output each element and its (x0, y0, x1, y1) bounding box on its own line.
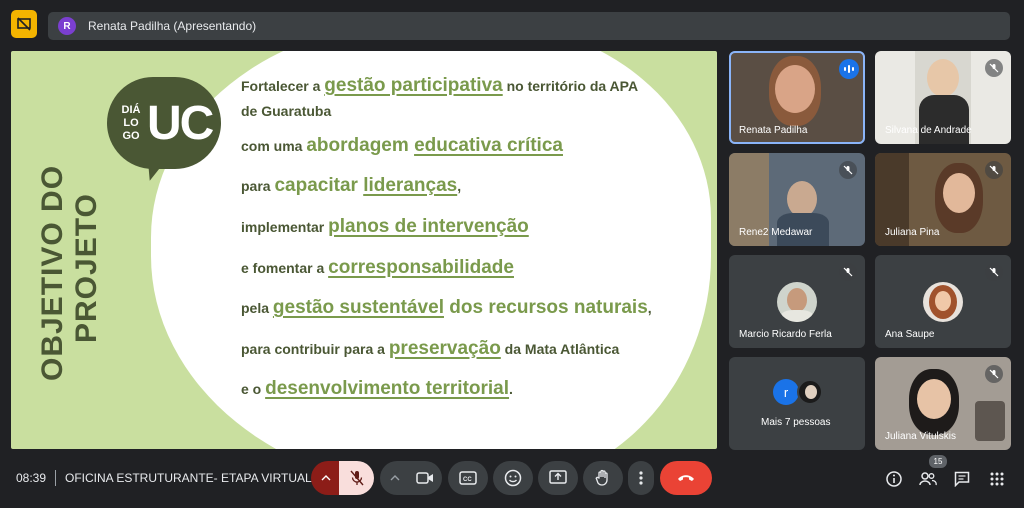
microphone-toggle-button[interactable] (339, 461, 374, 495)
participant-face (775, 65, 815, 113)
participant-name: Marcio Ricardo Ferla (739, 329, 832, 340)
slide-vertical-title: OBJETIVO DO PROJETO (36, 141, 104, 381)
people-button[interactable] (918, 469, 938, 489)
more-people-label: Mais 7 pessoas (761, 417, 831, 428)
participant-tile-juliana-pina[interactable]: Juliana Pina (875, 153, 1011, 246)
participant-tile-ana[interactable]: Ana Saupe (875, 255, 1011, 348)
speaking-indicator-icon (839, 59, 859, 79)
people-count-badge: 15 (929, 455, 947, 468)
slide-line-4: para capacitar lideranças, (241, 175, 462, 196)
raise-hand-button[interactable] (583, 461, 623, 495)
footer-separator (55, 470, 56, 486)
logo-text-uc: UC (147, 96, 214, 150)
activities-button[interactable] (987, 469, 1007, 489)
closed-captions-icon: CC (459, 471, 477, 485)
chevron-up-icon (390, 475, 400, 481)
meeting-details-button[interactable] (884, 469, 904, 489)
present-icon (549, 470, 567, 484)
presenting-label: Renata Padilha (Apresentando) (88, 19, 257, 33)
dialogo-uc-logo: DIÁ LO GO UC (107, 77, 221, 169)
chat-icon (954, 471, 970, 487)
slide-line-5: implementar planos de intervenção (241, 216, 529, 237)
raise-hand-icon (595, 469, 608, 486)
reactions-button[interactable] (493, 461, 533, 495)
slide-line-1: Fortalecer a gestão participativa no ter… (241, 75, 639, 96)
participant-tile-juliana-vitulskis[interactable]: Juliana Vitulskis (875, 357, 1011, 450)
mic-off-icon (839, 161, 857, 179)
mic-off-icon (985, 161, 1003, 179)
mic-off-icon (985, 365, 1003, 383)
more-participants-tile[interactable]: r Mais 7 pessoas (729, 357, 865, 450)
chat-button[interactable] (952, 469, 972, 489)
slide-line-7: pela gestão sustentável dos recursos nat… (241, 297, 652, 318)
meet-window: { "header": { "presenter_initial": "R", … (0, 0, 1024, 508)
mic-off-icon (985, 59, 1003, 77)
logo-text-3: GO (122, 129, 140, 142)
logo-text-1: DIÁ (121, 103, 141, 116)
participant-tile-rene[interactable]: Rene2 Medawar (729, 153, 865, 246)
info-icon (886, 471, 902, 487)
more-options-button[interactable] (628, 461, 654, 495)
participant-name: Rene2 Medawar (739, 227, 813, 238)
slide-line-3: com uma abordagem educativa crítica (241, 135, 563, 156)
participant-name: Juliana Vitulskis (885, 431, 956, 442)
slide-line-6: e fomentar a corresponsabilidade (241, 257, 514, 278)
vertical-title-line-1: OBJETIVO DO (36, 164, 69, 381)
emoji-icon (504, 469, 522, 487)
svg-text:CC: CC (463, 477, 472, 483)
participant-tile-silvana[interactable]: Silvana de Andrade (875, 51, 1011, 144)
apps-grid-icon (990, 472, 1004, 486)
people-icon (919, 472, 937, 486)
mic-off-icon (839, 263, 857, 281)
meeting-clock: 08:39 (16, 471, 47, 485)
leave-call-button[interactable] (660, 461, 712, 495)
slide-line-2: de Guaratuba (241, 103, 332, 119)
participant-avatar (777, 282, 817, 322)
participant-body (919, 95, 969, 144)
participant-face (943, 173, 975, 213)
video-options-button[interactable] (380, 461, 410, 495)
audio-options-button[interactable] (311, 461, 341, 495)
stop-presenting-icon[interactable] (11, 10, 37, 38)
slide-line-8: para contribuir para a preservação da Ma… (241, 338, 620, 359)
participant-background (975, 401, 1005, 441)
vertical-title-line-2: PROJETO (70, 193, 103, 343)
participant-face (787, 181, 817, 217)
participant-avatar (923, 282, 963, 322)
mic-off-icon (985, 263, 1003, 281)
more-vert-icon (639, 471, 643, 485)
camera-icon (416, 472, 433, 484)
mic-off-icon (349, 470, 364, 486)
participant-tile-marcio[interactable]: Marcio Ricardo Ferla (729, 255, 865, 348)
participant-name: Juliana Pina (885, 227, 940, 238)
slide-line-9: e o desenvolvimento territorial. (241, 378, 513, 399)
participant-avatar: r (773, 379, 799, 405)
meeting-title: OFICINA ESTRUTURANTE- ETAPA VIRTUAL (65, 471, 312, 485)
presenting-banner: R Renata Padilha (Apresentando) (48, 12, 1010, 40)
chevron-up-icon (321, 475, 331, 481)
captions-button[interactable]: CC (448, 461, 488, 495)
presenter-avatar: R (58, 17, 76, 35)
participant-name: Ana Saupe (885, 329, 935, 340)
presentation-slide: OBJETIVO DO PROJETO DIÁ LO GO UC Fortale… (11, 51, 717, 449)
participant-avatar (797, 379, 823, 405)
end-call-icon (678, 475, 694, 481)
participant-tile-renata[interactable]: Renata Padilha (729, 51, 865, 144)
present-screen-button[interactable] (538, 461, 578, 495)
participant-name: Silvana de Andrade (885, 125, 972, 136)
camera-toggle-button[interactable] (408, 461, 442, 495)
logo-text-2: LO (123, 116, 139, 129)
participant-face (927, 59, 959, 97)
participant-name: Renata Padilha (739, 125, 808, 136)
participant-face (917, 379, 951, 419)
